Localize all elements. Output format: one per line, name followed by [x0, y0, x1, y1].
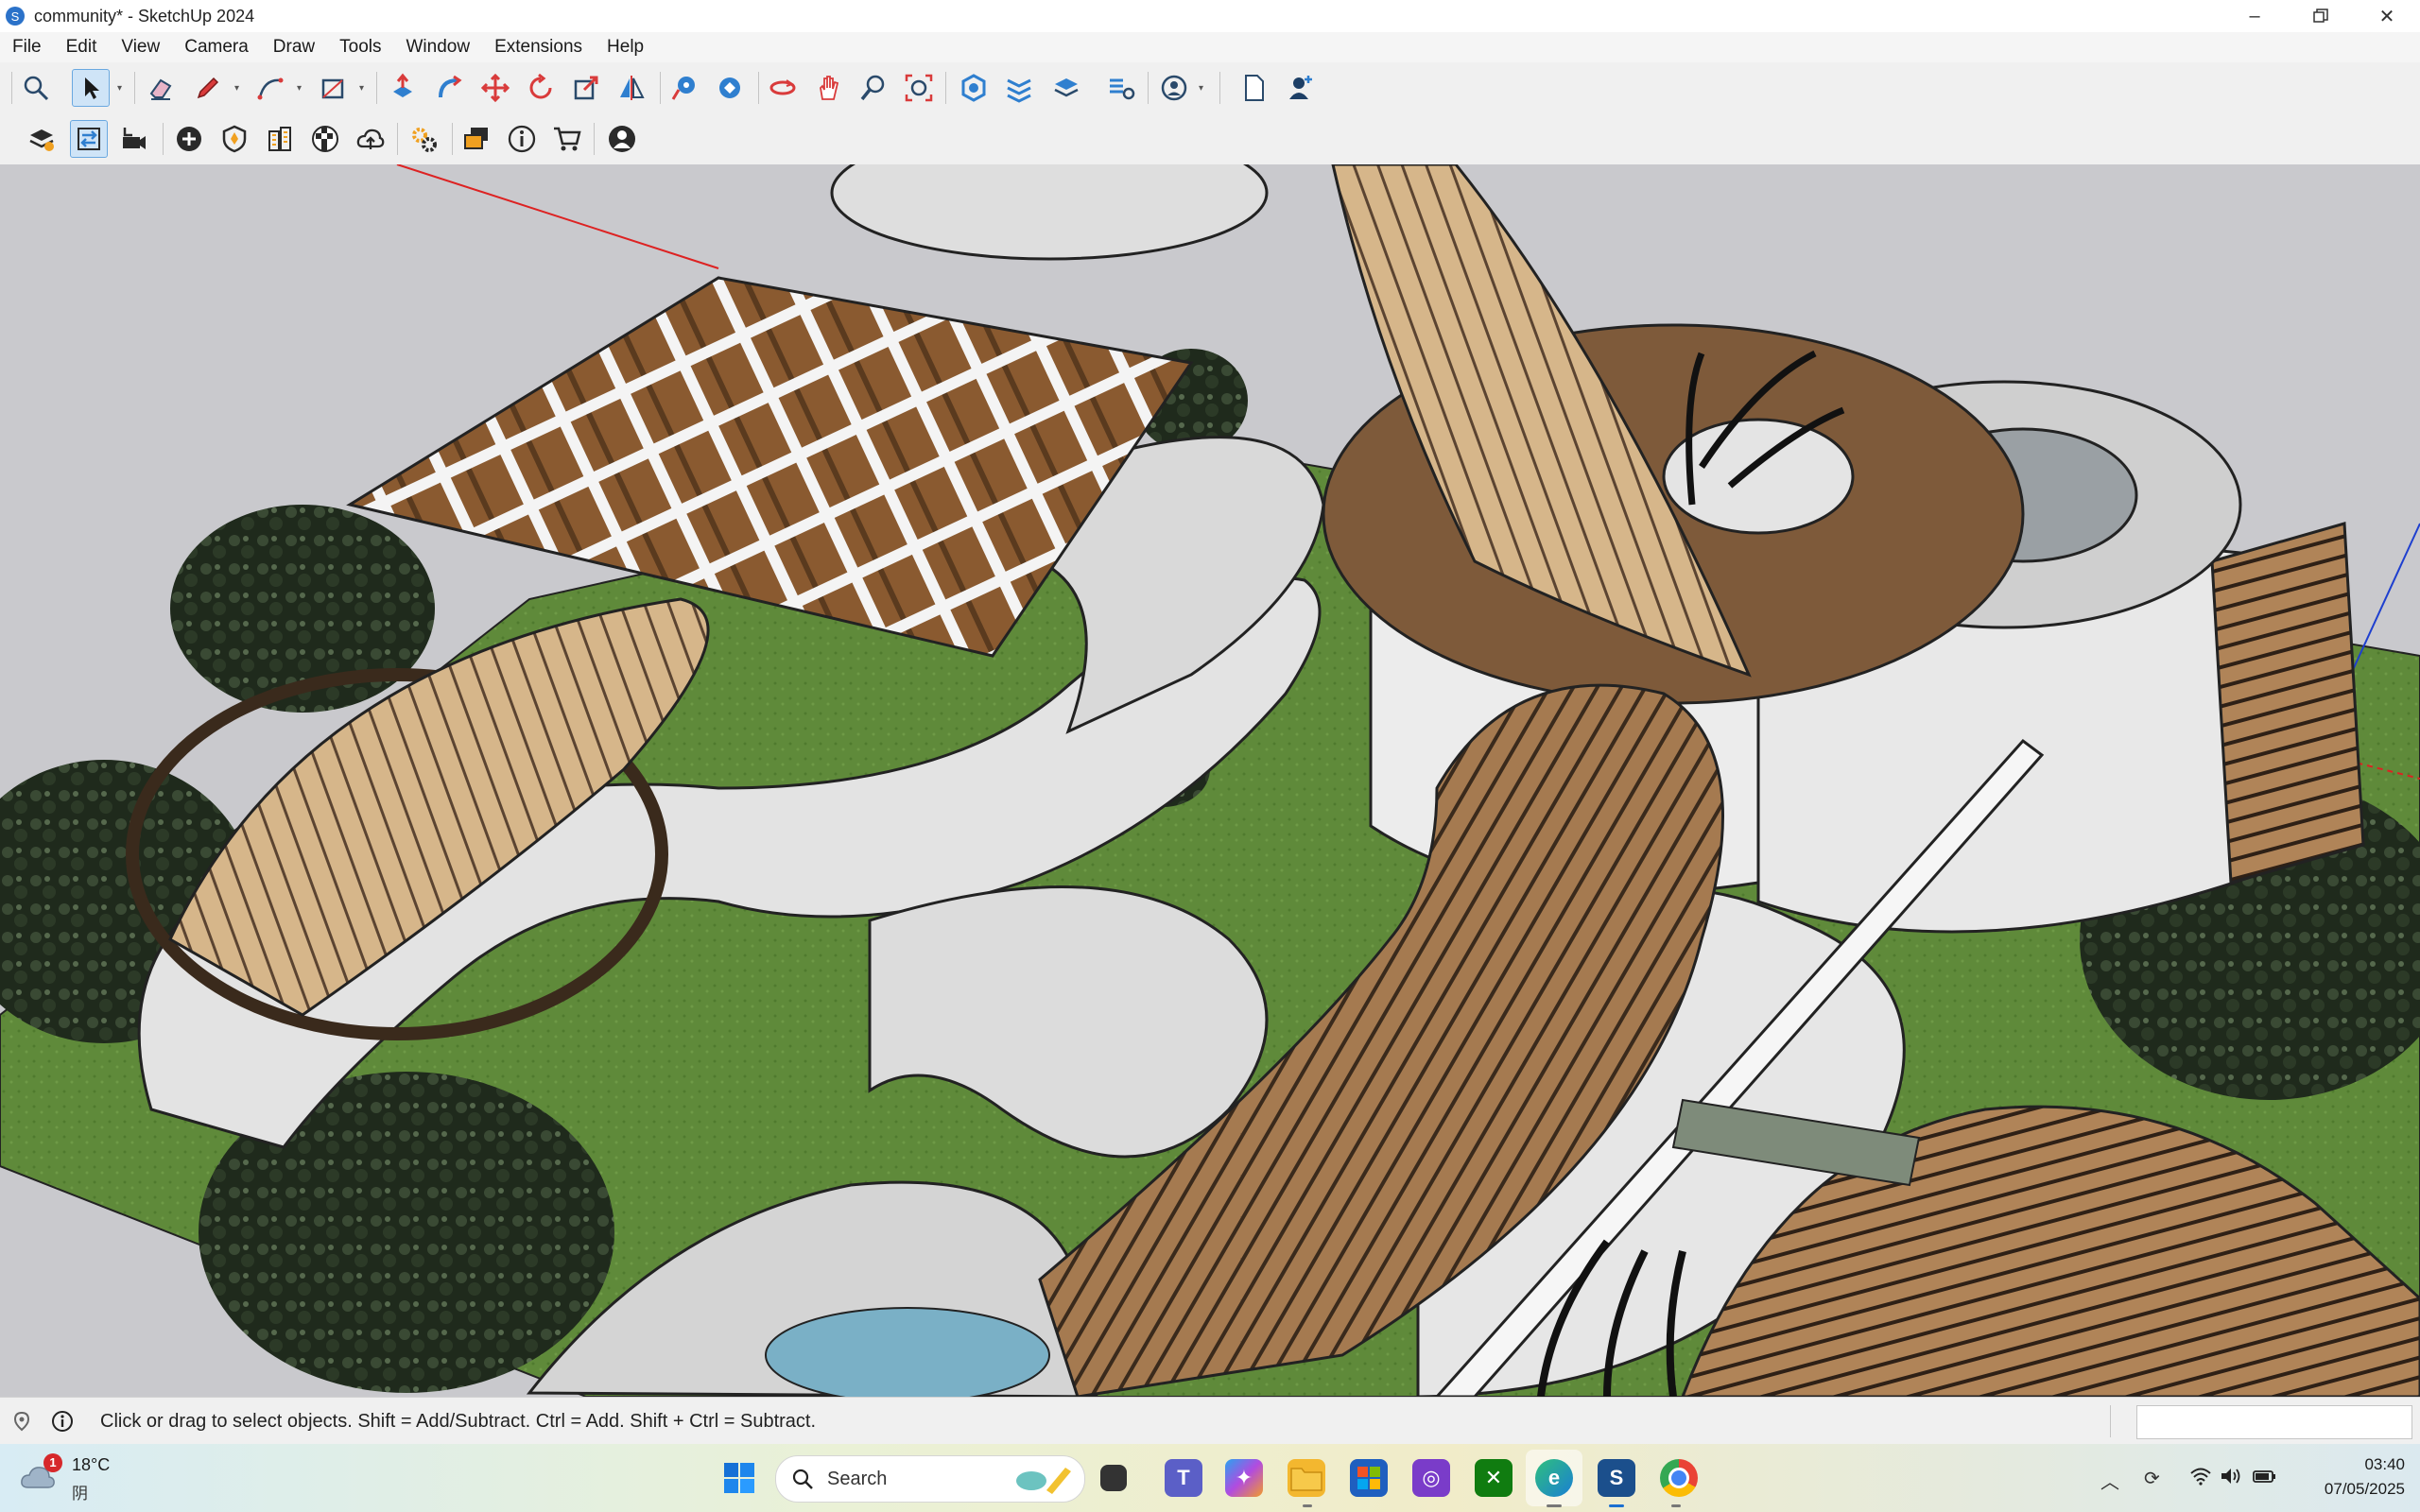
model-viewport[interactable]: [0, 164, 2420, 1397]
tape-measure-icon[interactable]: [666, 69, 703, 107]
camera-scene-icon[interactable]: [115, 120, 153, 158]
task-view-icon[interactable]: [1100, 1465, 1127, 1491]
status-hint-text: Click or drag to select objects. Shift =…: [100, 1411, 817, 1432]
menu-edit[interactable]: Edit: [54, 32, 110, 62]
clock-date[interactable]: 07/05/2025: [2288, 1480, 2405, 1499]
paint-bucket-icon[interactable]: [711, 69, 749, 107]
sketchup-task-icon[interactable]: S: [1598, 1459, 1635, 1497]
taskbar-search[interactable]: Search: [775, 1455, 1085, 1503]
account-icon[interactable]: [1155, 69, 1193, 107]
photos-icon[interactable]: ◎: [1412, 1459, 1450, 1497]
user-circle-icon[interactable]: [603, 120, 641, 158]
swap-icon[interactable]: [70, 120, 108, 158]
main-toolbar: ▾ ▾ ▾ ▾ ▾: [0, 62, 2420, 114]
geo-location-icon[interactable]: [11, 1411, 32, 1432]
weather-temp: 18°C: [72, 1455, 111, 1474]
volume-icon[interactable]: [2220, 1467, 2242, 1491]
add-circle-icon[interactable]: [170, 120, 208, 158]
settings-gears-icon[interactable]: [405, 120, 442, 158]
status-divider: [2110, 1405, 2111, 1437]
account-dropdown-icon[interactable]: ▾: [1199, 83, 1208, 94]
restore-icon[interactable]: [2288, 0, 2354, 32]
menu-extensions[interactable]: Extensions: [482, 32, 595, 62]
menu-bar: File Edit View Camera Draw Tools Window …: [0, 32, 2420, 62]
sync-icon[interactable]: ⟳: [2144, 1467, 2160, 1490]
chrome-icon[interactable]: [1660, 1459, 1698, 1497]
model-info-icon[interactable]: [23, 120, 60, 158]
select-icon[interactable]: [72, 69, 110, 107]
search-icon: [791, 1468, 814, 1490]
copilot-icon[interactable]: ✦: [1225, 1459, 1263, 1497]
edge-icon[interactable]: e: [1535, 1459, 1573, 1497]
rectangle-icon[interactable]: [314, 69, 352, 107]
taskbar: 1 18°C 阴 Search T ✦ ◎ ✕ e S ︿ ⟳ 03:40 07…: [0, 1444, 2420, 1512]
window-title: community* - SketchUp 2024: [34, 6, 255, 26]
wifi-icon[interactable]: [2189, 1467, 2212, 1491]
zoom-icon[interactable]: [17, 69, 55, 107]
store-icon[interactable]: [1350, 1459, 1388, 1497]
pencil-line-icon[interactable]: [189, 69, 227, 107]
shape-dropdown-icon[interactable]: ▾: [359, 83, 369, 94]
warehouse-icon[interactable]: [955, 69, 993, 107]
status-bar: Click or drag to select objects. Shift =…: [0, 1397, 2420, 1445]
layers-icon[interactable]: [1047, 69, 1085, 107]
push-pull-icon[interactable]: [384, 69, 422, 107]
checker-icon[interactable]: [306, 120, 344, 158]
windows-start-icon[interactable]: [720, 1459, 758, 1497]
instructor-info-icon[interactable]: [51, 1410, 74, 1433]
menu-camera[interactable]: Camera: [172, 32, 261, 62]
info-icon[interactable]: [503, 120, 541, 158]
cart-icon[interactable]: [548, 120, 586, 158]
move-icon[interactable]: [476, 69, 514, 107]
arc-dropdown-icon[interactable]: ▾: [297, 83, 306, 94]
sketchup-icon: S: [6, 7, 25, 26]
chrome-running-indicator: [1671, 1504, 1681, 1507]
menu-file[interactable]: File: [0, 32, 54, 62]
building-icon[interactable]: [261, 120, 299, 158]
line-dropdown-icon[interactable]: ▾: [234, 83, 244, 94]
arc-icon[interactable]: [251, 69, 289, 107]
new-file-icon[interactable]: [1235, 69, 1272, 107]
menu-view[interactable]: View: [109, 32, 172, 62]
teams-icon[interactable]: T: [1165, 1459, 1202, 1497]
battery-icon[interactable]: [2252, 1467, 2278, 1491]
minimize-icon[interactable]: –: [2221, 0, 2288, 32]
menu-help[interactable]: Help: [595, 32, 656, 62]
pan-icon[interactable]: [809, 69, 847, 107]
follow-me-icon[interactable]: [431, 69, 469, 107]
orbit-icon[interactable]: [764, 69, 802, 107]
title-bar: S community* - SketchUp 2024 – ✕: [0, 0, 2420, 32]
rotate-icon[interactable]: [522, 69, 560, 107]
eraser-icon[interactable]: [142, 69, 180, 107]
styles-icon[interactable]: [1102, 69, 1140, 107]
secondary-toolbar: [0, 113, 2420, 165]
weather-badge: 1: [43, 1453, 62, 1472]
scale-icon[interactable]: [567, 69, 605, 107]
components-icon[interactable]: [458, 120, 495, 158]
model-scene: [0, 164, 2420, 1397]
xbox-icon[interactable]: ✕: [1475, 1459, 1512, 1497]
weather-desc: 阴: [72, 1485, 88, 1503]
menu-tools[interactable]: Tools: [327, 32, 393, 62]
shield-icon[interactable]: [216, 120, 253, 158]
zoom-magnify-icon[interactable]: [855, 69, 892, 107]
cloud-upload-icon[interactable]: [352, 120, 389, 158]
zoom-extents-icon[interactable]: [900, 69, 938, 107]
flip-icon[interactable]: [613, 69, 650, 107]
file-explorer-icon[interactable]: [1288, 1459, 1325, 1497]
search-placeholder: Search: [827, 1469, 888, 1489]
explorer-running-indicator: [1303, 1504, 1312, 1507]
section-plane-icon[interactable]: [1000, 69, 1038, 107]
chevron-up-icon[interactable]: ︿: [2100, 1467, 2119, 1494]
menu-draw[interactable]: Draw: [261, 32, 327, 62]
edge-running-indicator: [1547, 1504, 1562, 1507]
clock-time[interactable]: 03:40: [2307, 1455, 2405, 1474]
sketchup-running-indicator: [1609, 1504, 1624, 1507]
select-dropdown-icon[interactable]: ▾: [117, 83, 127, 94]
add-user-icon[interactable]: [1282, 69, 1320, 107]
search-highlight-icon: [1009, 1462, 1075, 1496]
close-icon[interactable]: ✕: [2354, 0, 2420, 32]
menu-window[interactable]: Window: [394, 32, 483, 62]
measurements-box[interactable]: [2136, 1405, 2412, 1439]
